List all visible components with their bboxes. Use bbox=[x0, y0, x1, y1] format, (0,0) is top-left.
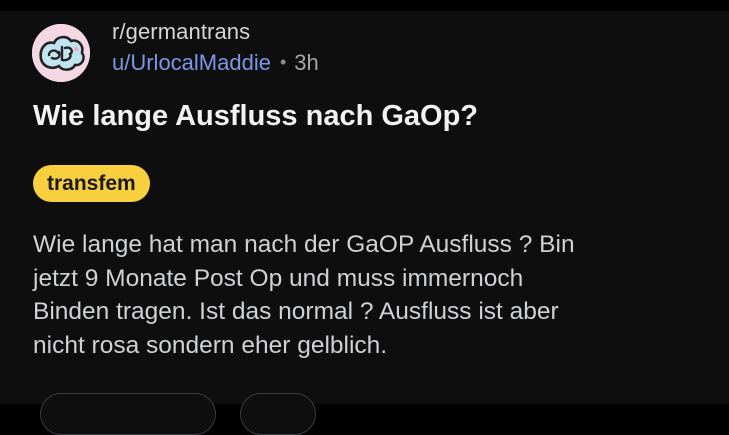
post-flair-badge[interactable]: transfem bbox=[33, 165, 150, 202]
body-line: Wie lange hat man nach der GaOP Ausfluss… bbox=[33, 231, 575, 258]
meta-separator: • bbox=[279, 52, 287, 72]
vote-button-group[interactable] bbox=[40, 393, 216, 435]
subreddit-avatar-icon[interactable] bbox=[32, 24, 90, 82]
status-bar-strip bbox=[0, 0, 729, 11]
post-timestamp: 3h bbox=[294, 50, 319, 75]
subreddit-name-link[interactable]: r/germantrans bbox=[112, 19, 250, 45]
post-body-text[interactable]: Wie lange hat man nach der GaOP Ausfluss… bbox=[33, 228, 713, 362]
post-title[interactable]: Wie lange Ausfluss nach GaOp? bbox=[33, 100, 478, 133]
post-meta: u/UrlocalMaddie • 3h bbox=[112, 50, 319, 76]
body-line: Binden tragen. Ist das normal ? Ausfluss… bbox=[33, 298, 559, 325]
body-line: nicht rosa sondern eher gelblich. bbox=[33, 331, 388, 359]
author-username-link[interactable]: u/UrlocalMaddie bbox=[112, 50, 271, 75]
comments-button[interactable] bbox=[240, 393, 316, 435]
community-logo-icon bbox=[32, 24, 90, 82]
body-line: jetzt 9 Monate Post Op und muss immernoc… bbox=[33, 264, 524, 292]
